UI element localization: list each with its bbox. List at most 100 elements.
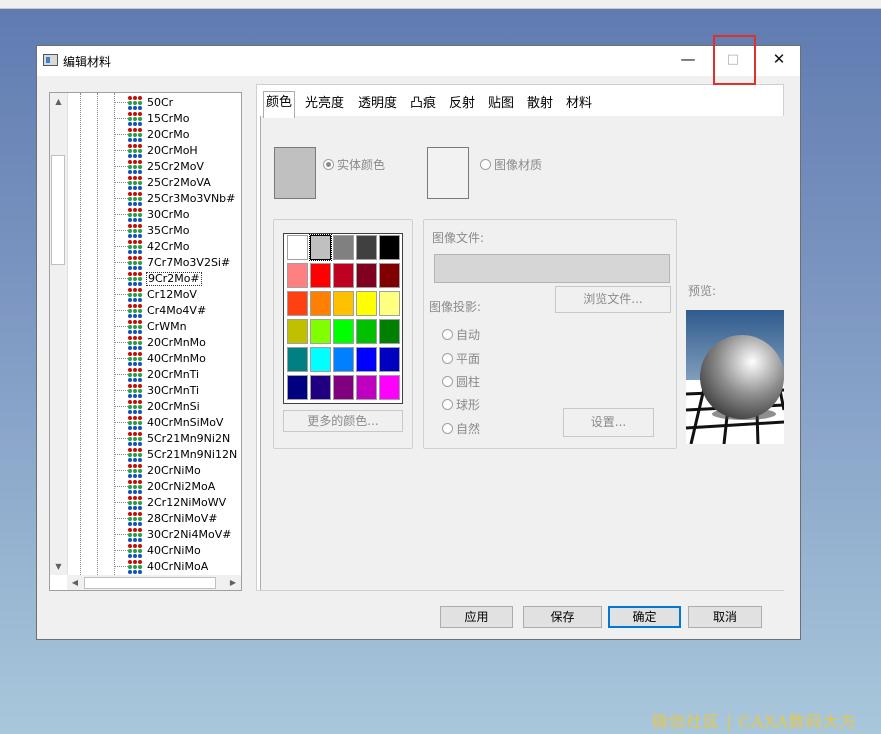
projection-cylinder[interactable]: 圆柱: [442, 373, 480, 390]
tree-item[interactable]: 50Cr: [114, 95, 239, 111]
scroll-thumb[interactable]: [51, 155, 65, 265]
palette-color-cell[interactable]: [356, 347, 377, 372]
apply-button[interactable]: 应用: [440, 606, 513, 628]
image-material-radio[interactable]: 图像材质: [480, 156, 542, 173]
palette-color-cell[interactable]: [287, 291, 308, 316]
tree-item[interactable]: 28CrNiMoV#: [114, 511, 239, 527]
scroll-left-icon[interactable]: ◀: [67, 575, 83, 590]
hscroll-thumb[interactable]: [84, 577, 216, 589]
palette-color-cell[interactable]: [310, 375, 331, 400]
image-material-swatch[interactable]: [427, 147, 469, 199]
tab-brightness[interactable]: 光亮度: [305, 93, 344, 115]
tab-bump[interactable]: 凸痕: [410, 93, 436, 115]
solid-color-radio[interactable]: 实体颜色: [323, 156, 385, 173]
palette-color-cell[interactable]: [333, 347, 354, 372]
tree-item[interactable]: 20CrMnSi: [114, 399, 239, 415]
tree-item[interactable]: 5Cr21Mn9Ni2N: [114, 431, 239, 447]
scroll-up-icon[interactable]: ▲: [50, 93, 67, 110]
tree-item[interactable]: 15CrMo: [114, 111, 239, 127]
tree-item[interactable]: 40CrMnSiMoV: [114, 415, 239, 431]
projection-sphere[interactable]: 球形: [442, 396, 480, 413]
tree-item[interactable]: 9Cr2Mo#: [114, 271, 239, 287]
tree-item[interactable]: 20CrMnMo: [114, 335, 239, 351]
palette-color-cell[interactable]: [309, 234, 332, 261]
palette-color-cell[interactable]: [333, 375, 354, 400]
projection-natural[interactable]: 自然: [442, 420, 480, 437]
tree-item[interactable]: 30Cr2Ni4MoV#: [114, 527, 239, 543]
palette-color-cell[interactable]: [287, 347, 308, 372]
save-button[interactable]: 保存: [523, 606, 602, 628]
palette-color-cell[interactable]: [310, 319, 331, 344]
tree-item[interactable]: 20CrNi2MoA: [114, 479, 239, 495]
tree-item[interactable]: 20CrNiMo: [114, 463, 239, 479]
projection-auto[interactable]: 自动: [442, 326, 480, 343]
projection-plane[interactable]: 平面: [442, 350, 480, 367]
tree-item[interactable]: Cr4Mo4V#: [114, 303, 239, 319]
tree-item[interactable]: 42CrMo: [114, 239, 239, 255]
palette-color-cell[interactable]: [310, 291, 331, 316]
tab-reflection[interactable]: 反射: [449, 93, 475, 115]
palette-color-cell[interactable]: [379, 375, 400, 400]
tree-item[interactable]: 40CrMnMo: [114, 351, 239, 367]
settings-button[interactable]: 设置...: [563, 408, 654, 437]
tree-item[interactable]: 7Cr7Mo3V2Si#: [114, 255, 239, 271]
palette-color-cell[interactable]: [287, 319, 308, 344]
tree-item[interactable]: 20CrMnTi: [114, 367, 239, 383]
tab-color[interactable]: 颜色: [263, 91, 296, 118]
palette-color-cell[interactable]: [333, 291, 354, 316]
ok-button[interactable]: 确定: [608, 606, 681, 628]
tree-item[interactable]: 25Cr3Mo3VNb#: [114, 191, 239, 207]
tree-item[interactable]: 40CrNiMoA: [114, 559, 239, 575]
palette-color-cell[interactable]: [287, 235, 308, 260]
projection-cylinder-label: 圆柱: [456, 375, 481, 389]
palette-color-cell[interactable]: [287, 263, 308, 288]
palette-color-cell[interactable]: [356, 291, 377, 316]
scroll-right-icon[interactable]: ▶: [225, 575, 241, 590]
tab-transparency[interactable]: 透明度: [358, 93, 397, 115]
more-colors-button[interactable]: 更多的颜色...: [283, 410, 403, 432]
tree-item[interactable]: 25Cr2MoV: [114, 159, 239, 175]
tree-item[interactable]: 30CrMo: [114, 207, 239, 223]
tree-item[interactable]: 20CrMoH: [114, 143, 239, 159]
palette-color-cell[interactable]: [333, 263, 354, 288]
material-icon: [128, 144, 142, 158]
tree-item[interactable]: CrWMn: [114, 319, 239, 335]
palette-color-cell[interactable]: [310, 347, 331, 372]
palette-color-cell[interactable]: [356, 263, 377, 288]
tree-item-label: Cr12MoV: [147, 288, 197, 301]
palette-color-cell[interactable]: [356, 319, 377, 344]
palette-color-cell[interactable]: [333, 235, 354, 260]
palette-color-cell[interactable]: [310, 263, 331, 288]
tree-horizontal-scrollbar[interactable]: ◀ ▶: [67, 575, 241, 590]
tree-vertical-scrollbar[interactable]: ▲ ▼: [50, 93, 68, 575]
close-button[interactable]: ✕: [759, 46, 799, 73]
palette-color-cell[interactable]: [379, 347, 400, 372]
solid-color-swatch[interactable]: [274, 147, 316, 199]
scroll-down-icon[interactable]: ▼: [50, 558, 67, 575]
cancel-button[interactable]: 取消: [688, 606, 762, 628]
material-tree[interactable]: ▲ ▼ 50Cr 15CrMo 20CrMo 20CrMoH 25Cr2MoV 25Cr2…: [49, 92, 242, 591]
palette-color-cell[interactable]: [379, 235, 400, 260]
palette-color-cell[interactable]: [333, 319, 354, 344]
tree-item[interactable]: Cr12MoV: [114, 287, 239, 303]
palette-color-cell[interactable]: [287, 375, 308, 400]
browse-file-button[interactable]: 浏览文件...: [555, 286, 671, 313]
tree-item[interactable]: 2Cr12NiMoWV: [114, 495, 239, 511]
tree-item[interactable]: 35CrMo: [114, 223, 239, 239]
minimize-button[interactable]: —: [668, 46, 708, 73]
tree-item[interactable]: 40CrNiMo: [114, 543, 239, 559]
tab-material[interactable]: 材料: [566, 93, 592, 115]
image-file-field[interactable]: [434, 254, 670, 283]
palette-color-cell[interactable]: [356, 375, 377, 400]
tree-item[interactable]: 20CrMo: [114, 127, 239, 143]
palette-color-cell[interactable]: [379, 263, 400, 288]
tab-texture[interactable]: 贴图: [488, 93, 514, 115]
tree-item[interactable]: 30CrMnTi: [114, 383, 239, 399]
tree-item-label: 20CrMnSi: [147, 400, 200, 413]
tree-item[interactable]: 25Cr2MoVA: [114, 175, 239, 191]
palette-color-cell[interactable]: [379, 319, 400, 344]
tree-item[interactable]: 5Cr21Mn9Ni12N: [114, 447, 239, 463]
palette-color-cell[interactable]: [379, 291, 400, 316]
tab-scatter[interactable]: 散射: [527, 93, 553, 115]
palette-color-cell[interactable]: [356, 235, 377, 260]
